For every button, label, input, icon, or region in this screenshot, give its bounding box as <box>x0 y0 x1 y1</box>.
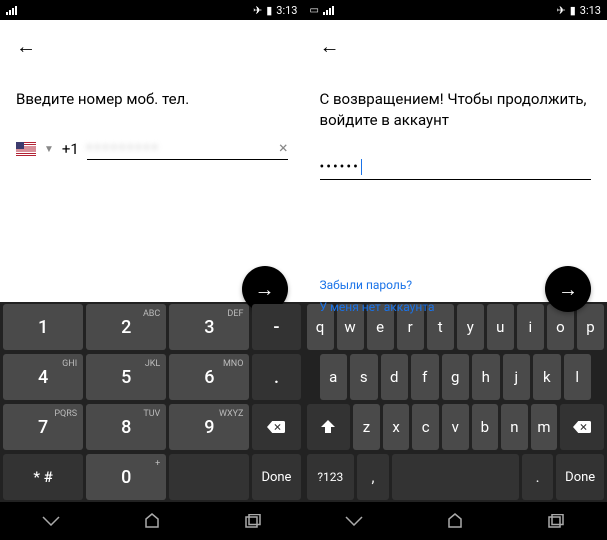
key-done[interactable]: Done <box>252 454 300 500</box>
phone-number-input[interactable]: • • • • • • • • • × <box>87 138 288 160</box>
qwerty-keyboard: qwertyuiop asdfghjkl zxcvbnm ?123 , . Do… <box>304 302 607 502</box>
status-bar: ▭ ✈ ▮ 3:13 <box>304 0 607 20</box>
key-c[interactable]: c <box>412 404 439 450</box>
nav-home-icon[interactable] <box>443 509 467 533</box>
clear-icon[interactable]: × <box>279 138 288 157</box>
key-l[interactable]: l <box>564 354 592 400</box>
key-shift[interactable] <box>307 404 351 450</box>
key-4[interactable]: GHI4 <box>3 354 83 400</box>
key-s[interactable]: s <box>350 354 378 400</box>
nav-back-icon[interactable] <box>39 509 63 533</box>
flag-us-icon[interactable] <box>16 142 36 156</box>
key-dot[interactable]: . <box>522 454 554 500</box>
key-symbols[interactable]: ?123 <box>307 454 355 500</box>
key-v[interactable]: v <box>442 404 469 450</box>
page-heading: С возвращением! Чтобы продолжить, войдит… <box>320 89 592 131</box>
key-8[interactable]: TUV8 <box>86 404 166 450</box>
key-g[interactable]: g <box>442 354 470 400</box>
signal-icon <box>323 5 334 15</box>
key-i[interactable]: i <box>517 304 544 350</box>
key-backspace[interactable] <box>252 404 300 450</box>
nav-back-icon[interactable] <box>342 509 366 533</box>
key-done[interactable]: Done <box>556 454 604 500</box>
android-navbar <box>304 502 607 540</box>
content-area: ← С возвращением! Чтобы продолжить, войд… <box>304 20 607 302</box>
key-comma[interactable]: , <box>357 454 389 500</box>
key-y[interactable]: y <box>457 304 484 350</box>
phone-input-row: ▼ +1 • • • • • • • • • × <box>16 138 288 160</box>
key-n[interactable]: n <box>501 404 528 450</box>
key-z[interactable]: z <box>353 404 380 450</box>
screenshot-icon: ▭ <box>310 5 319 16</box>
status-bar: ✈ ▮ 3:13 <box>0 0 304 20</box>
key-b[interactable]: b <box>472 404 499 450</box>
key-h[interactable]: h <box>472 354 500 400</box>
key-dash[interactable]: - <box>252 304 300 350</box>
key-m[interactable]: m <box>531 404 558 450</box>
key-period[interactable]: . <box>252 354 300 400</box>
key-u[interactable]: u <box>487 304 514 350</box>
content-area: ← Введите номер моб. тел. ▼ +1 • • • • •… <box>0 20 304 302</box>
screen-password-entry: ▭ ✈ ▮ 3:13 ← С возвращением! Чтобы продо… <box>304 0 607 540</box>
status-time: 3:13 <box>276 4 297 17</box>
airplane-icon: ✈ <box>557 4 566 17</box>
help-links: Забыли пароль? У меня нет аккаунта <box>320 278 435 322</box>
back-button[interactable]: ← <box>320 34 592 59</box>
android-navbar <box>0 502 304 540</box>
key-backspace[interactable] <box>560 404 604 450</box>
nav-recents-icon[interactable] <box>544 509 568 533</box>
status-time: 3:13 <box>580 4 601 17</box>
key-9[interactable]: WXYZ9 <box>169 404 249 450</box>
signal-icon <box>6 5 17 15</box>
key-7[interactable]: PQRS7 <box>3 404 83 450</box>
key-6[interactable]: MNO6 <box>169 354 249 400</box>
no-account-link[interactable]: У меня нет аккаунта <box>320 300 435 314</box>
key-d[interactable]: d <box>381 354 409 400</box>
key-3[interactable]: DEF3 <box>169 304 249 350</box>
password-input[interactable]: •••••• <box>320 159 592 180</box>
screen-phone-entry: ✈ ▮ 3:13 ← Введите номер моб. тел. ▼ +1 … <box>0 0 304 540</box>
key-j[interactable]: j <box>503 354 531 400</box>
back-button[interactable]: ← <box>16 34 288 59</box>
battery-icon: ▮ <box>266 4 272 17</box>
key-symbols[interactable]: * # <box>3 454 83 500</box>
forgot-password-link[interactable]: Забыли пароль? <box>320 278 435 292</box>
key-a[interactable]: a <box>320 354 348 400</box>
chevron-down-icon[interactable]: ▼ <box>44 144 54 155</box>
key-p[interactable]: p <box>577 304 604 350</box>
key-f[interactable]: f <box>411 354 439 400</box>
nav-recents-icon[interactable] <box>241 509 265 533</box>
key-0[interactable]: +0 <box>86 454 166 500</box>
nav-home-icon[interactable] <box>140 509 164 533</box>
next-button[interactable]: → <box>545 266 591 312</box>
key-2[interactable]: ABC2 <box>86 304 166 350</box>
key-space[interactable] <box>392 454 519 500</box>
key-1[interactable]: 1 <box>3 304 83 350</box>
airplane-icon: ✈ <box>253 4 262 17</box>
phone-value-blurred: • • • • • • • • • <box>87 140 279 156</box>
key-spacer[interactable] <box>169 454 249 500</box>
numeric-keyboard: 1 ABC2 DEF3 - GHI4 JKL5 MNO6 . PQRS7 TUV… <box>0 302 304 502</box>
key-k[interactable]: k <box>533 354 561 400</box>
battery-icon: ▮ <box>570 4 576 17</box>
country-code: +1 <box>62 140 79 158</box>
page-heading: Введите номер моб. тел. <box>16 89 288 110</box>
key-x[interactable]: x <box>383 404 410 450</box>
key-5[interactable]: JKL5 <box>86 354 166 400</box>
